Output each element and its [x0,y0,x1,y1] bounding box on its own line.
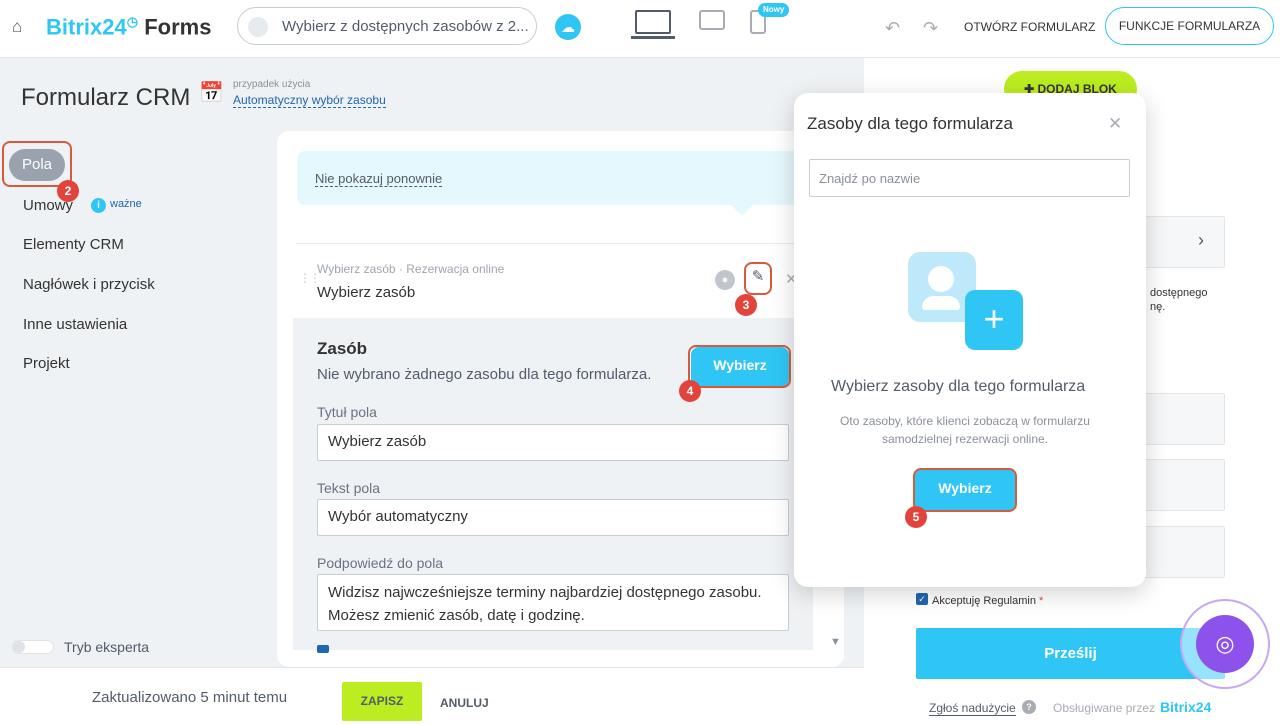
cancel-button[interactable]: ANULUJ [440,696,489,710]
hint-label: Podpowiedź do pola [317,555,444,571]
calendar-icon: 📅 [199,82,224,104]
scroll-down-icon[interactable]: ▼ [830,636,841,648]
logo-suffix: Forms [144,14,212,40]
help-icon[interactable]: ? [1022,700,1036,714]
preview-side-text: dostępnego nę. [1150,286,1208,314]
section-desc: Nie wybrano żadnego zasobu dla tego form… [317,366,652,383]
page-title: Formularz CRM [21,84,191,111]
popup-desc: Oto zasoby, które klienci zobaczą w form… [840,414,1090,446]
user-icon[interactable]: ● [715,270,735,290]
info-icon: i [91,198,106,213]
clock-icon: ◷ [126,14,139,29]
popup-title: Zasoby dla tego formularza [807,114,1013,133]
powered-by: Obsługiwane przez [1053,701,1156,715]
highlight-choose [688,345,791,388]
title-input[interactable]: Wybierz zasób [317,424,789,461]
cloud-icon[interactable]: ☁ [555,14,581,40]
home-icon[interactable]: ⌂ [12,18,30,36]
field-name: Wybierz zasób [317,284,416,301]
preview-input-1[interactable] [1137,393,1225,445]
nav-item-deals[interactable]: Umowy [23,197,73,214]
accept-checkbox[interactable]: ✓ [916,593,928,605]
accept-label: Akceptuję Regulamin * [932,595,1043,607]
highlight-fields [2,141,72,187]
logo[interactable]: Bitrix24◷ Forms [46,14,211,40]
preview-select-box[interactable] [1137,216,1225,268]
usecase-link[interactable]: Automatyczny wybór zasobu [233,93,386,108]
plus-icon: + [965,290,1023,350]
expert-mode-toggle[interactable] [12,640,54,654]
redo-icon[interactable]: ↷ [923,18,938,39]
step-badge-4: 4 [679,380,701,402]
submit-button[interactable]: Prześlij [916,628,1225,679]
highlight-popup-choose [913,468,1017,512]
hint-textarea[interactable]: Widzisz najwcześniejsze terminy najbardz… [317,574,789,631]
tablet-icon[interactable] [699,10,725,30]
chevron-right-icon: › [1198,230,1204,250]
nav-item-design[interactable]: Projekt [23,355,70,372]
section-title: Zasób [317,339,368,358]
title-label: Tytuł pola [317,404,377,420]
expert-mode-label: Tryb eksperta [64,639,150,655]
step-badge-3: 3 [735,294,757,316]
person-icon-head [928,266,954,292]
preview-input-3[interactable] [1137,526,1225,578]
dont-show-again-link[interactable]: Nie pokazuj ponownie [315,171,443,187]
resource-select[interactable]: Wybierz z dostępnych zasobów z 2... [237,7,537,45]
bitrix24-brand[interactable]: Bitrix24 [1160,699,1211,715]
preview-input-2[interactable] [1137,459,1225,511]
nav-item-header-button[interactable]: Nagłówek i przycisk [23,276,155,293]
new-badge: Nowy [758,3,790,17]
highlight-edit [744,262,772,295]
popup-close-icon[interactable]: ✕ [1108,114,1122,134]
checkbox-partial[interactable] [317,645,329,653]
important-label[interactable]: ważne [110,198,142,210]
resource-select-text: Wybierz z dostępnych zasobów z 2... [282,18,529,35]
step-badge-5: 5 [905,506,927,528]
accept-text: Akceptuję Regulamin [932,595,1036,607]
nav-item-other-settings[interactable]: Inne ustawienia [23,316,127,333]
field-subtitle: Wybierz zasób · Rezerwacja online [317,262,505,276]
popup-search-input[interactable]: Znajdź po nazwie [809,159,1130,197]
logo-text: Bitrix24 [46,14,127,40]
required-mark: * [1039,595,1044,607]
usecase-label: przypadek użycia [233,79,311,90]
notice-tail [730,204,754,216]
drag-handle-icon[interactable]: ⋮⋮ [299,271,321,285]
laptop-icon[interactable] [631,10,675,39]
form-functions-button[interactable]: FUNKCJE FORMULARZA [1105,7,1274,45]
divider [296,243,844,244]
popup-heading: Wybierz zasoby dla tego formularza [831,378,1086,395]
open-form-link[interactable]: OTWÓRZ FORMULARZ [964,20,1095,34]
preview-side-text-content: dostępnego nę. [1150,287,1208,313]
text-input[interactable]: Wybór automatyczny [317,499,789,536]
assistant-chat-icon[interactable]: ◎ [1196,615,1254,673]
image-icon [248,17,268,37]
text-label: Tekst pola [317,480,381,496]
nav-item-crm-elements[interactable]: Elementy CRM [23,236,124,253]
updated-text: Zaktualizowano 5 minut temu [92,689,288,706]
report-abuse-link[interactable]: Zgłoś nadużycie [929,701,1016,716]
undo-icon[interactable]: ↶ [885,18,900,39]
save-button[interactable]: ZAPISZ [342,682,422,721]
person-icon-body [922,296,960,310]
